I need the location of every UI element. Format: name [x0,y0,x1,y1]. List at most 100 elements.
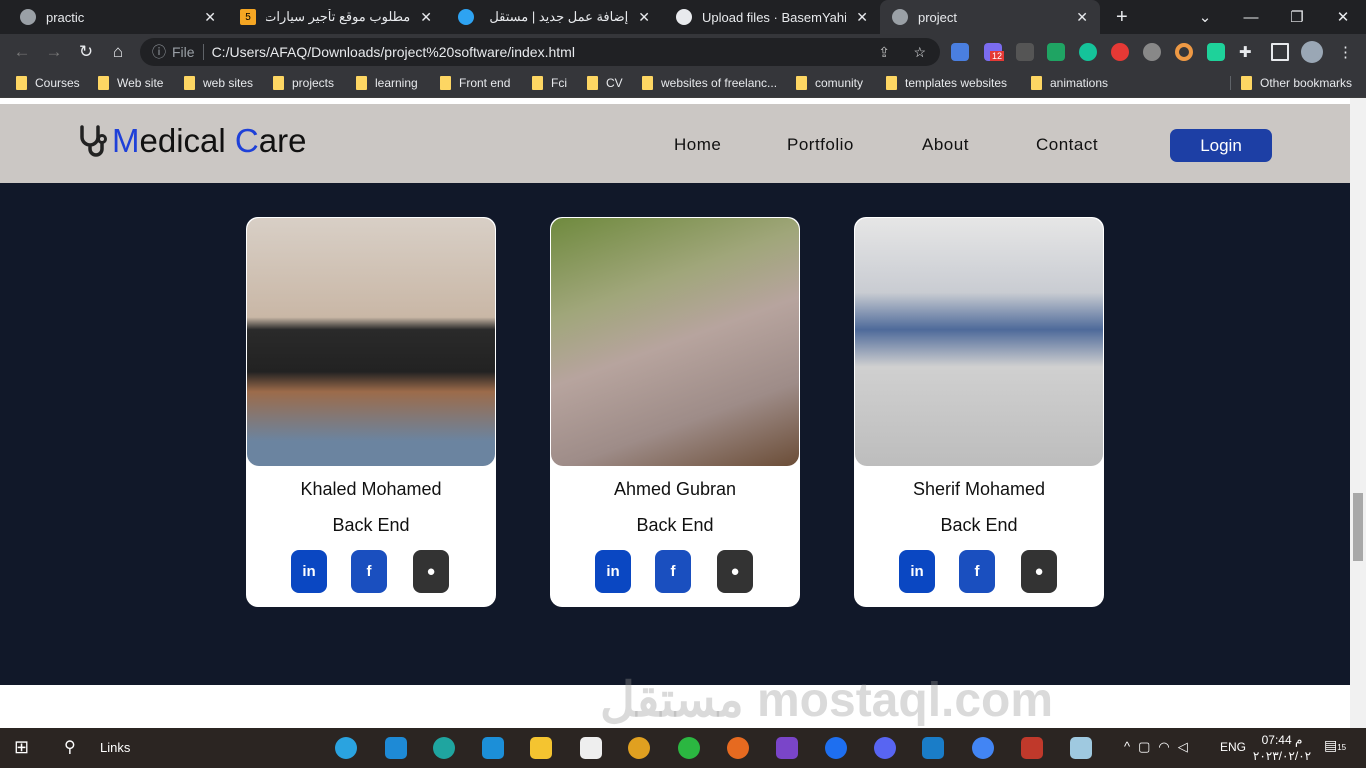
team-card: Ahmed Gubran Back End in f ● [550,217,800,607]
taskbar-search-label[interactable]: Links [100,740,130,755]
site-logo[interactable]: Medical Care [78,122,306,160]
folder-icon [98,76,109,90]
telegram-icon[interactable] [335,737,357,759]
extensions-puzzle-icon[interactable]: ✚ [1239,43,1257,61]
share-icon[interactable]: ⇪ [878,44,890,61]
file-explorer-icon[interactable] [530,737,552,759]
adblock-icon[interactable] [1111,43,1129,61]
facebook-icon[interactable]: f [655,550,691,593]
forward-icon[interactable]: → [44,42,64,62]
bookmark-cv[interactable]: CV [587,76,623,90]
menu-kebab-icon[interactable]: ⋮ [1338,43,1356,61]
translate-extension-icon[interactable] [951,43,969,61]
linkedin-icon[interactable]: in [899,550,935,593]
close-tab-icon[interactable]: ✕ [856,9,868,26]
team-section: Khaled Mohamed Back End in f ● Ahmed Gub… [0,183,1350,685]
site-header: Medical Care Home Portfolio About Contac… [0,104,1350,183]
bookmark-web-site[interactable]: Web site [98,76,163,90]
bookmark-comunity[interactable]: comunity [796,76,863,90]
tab-car-rental[interactable]: 5مطلوب موقع تأجير سيارات - ا✕ [228,0,444,34]
visual-studio-icon[interactable] [776,737,798,759]
address-bar[interactable]: ⓘ File C:/Users/AFAQ/Downloads/project%2… [140,38,940,66]
close-tab-icon[interactable]: ✕ [638,9,650,26]
language-indicator[interactable]: ENG [1220,740,1246,754]
bookmark-star-icon[interactable]: ☆ [913,44,926,61]
github-icon[interactable]: ● [1021,550,1057,593]
info-icon: ⓘ [152,44,166,60]
yb-app-icon[interactable] [1021,737,1043,759]
clock[interactable]: 07:44 م ٢٠٢٣/٠٢/٠٢ [1252,732,1312,764]
discord-icon[interactable] [874,737,896,759]
bookmark-animations[interactable]: animations [1031,76,1108,90]
other-bookmarks[interactable]: Other bookmarks [1230,76,1352,90]
tab-practic[interactable]: practic ✕ [8,0,228,34]
notifications-icon[interactable]: ▤15 [1324,737,1346,754]
bookmark-learning[interactable]: learning [356,76,418,90]
vscode-icon[interactable] [385,737,407,759]
profile-avatar[interactable] [1301,41,1323,63]
folder-icon [532,76,543,90]
nav-portfolio[interactable]: Portfolio [787,135,854,155]
firefox-icon[interactable] [727,737,749,759]
scrollbar-thumb[interactable] [1353,493,1363,561]
folder-icon [1241,76,1252,90]
mail-icon[interactable] [482,737,504,759]
cursor-extension-icon[interactable] [1143,43,1161,61]
close-window-icon[interactable]: ✕ [1320,0,1366,34]
drive-icon[interactable] [1047,43,1065,61]
bookmark-fci[interactable]: Fci [532,76,567,90]
bookmark-projects[interactable]: projects [273,76,334,90]
chrome-profile-icon[interactable] [972,737,994,759]
home-icon[interactable]: ⌂ [108,42,128,62]
tab-project[interactable]: project ✕ [880,0,1100,34]
linkedin-icon[interactable]: in [595,550,631,593]
tab-github[interactable]: Upload files · BasemYahia402✕ [664,0,880,34]
windows-start-icon[interactable]: ⊞ [14,737,36,759]
close-tab-icon[interactable]: ✕ [1076,9,1088,26]
login-button[interactable]: Login [1170,129,1272,162]
folder-icon [273,76,284,90]
extension-mascot-icon[interactable] [1207,43,1225,61]
page-scrollbar[interactable] [1350,98,1366,728]
bookmark-web-sites[interactable]: web sites [184,76,253,90]
store-icon[interactable] [580,737,602,759]
member-photo [247,218,495,466]
nav-home[interactable]: Home [674,135,721,155]
close-tab-icon[interactable]: ✕ [420,9,432,26]
bookmark-front-end[interactable]: Front end [440,76,510,90]
folder-icon [440,76,451,90]
nav-about[interactable]: About [922,135,969,155]
side-panel-icon[interactable] [1271,43,1289,61]
linkedin-icon[interactable]: in [291,550,327,593]
system-tray-icons[interactable]: ^▢◠◁ [1124,739,1196,755]
github-icon[interactable]: ● [717,550,753,593]
close-tab-icon[interactable]: ✕ [204,9,216,26]
search-extension-icon[interactable] [1016,43,1034,61]
new-tab-button[interactable]: + [1104,0,1140,34]
bookmark-courses[interactable]: Courses [16,76,80,90]
edge-icon[interactable] [433,737,455,759]
github-icon[interactable]: ● [413,550,449,593]
stethoscope-icon [80,125,107,157]
grammarly-icon[interactable] [1079,43,1097,61]
search-icon[interactable]: ⚲ [64,737,86,759]
minimize-icon[interactable]: — [1228,0,1274,34]
reload-icon[interactable]: ↻ [76,42,96,62]
chrome-icon[interactable] [628,737,650,759]
back-icon[interactable]: ← [12,42,32,62]
color-extension-icon[interactable] [1175,43,1193,61]
facebook-icon[interactable]: f [351,550,387,593]
tab-search-icon[interactable]: ⌄ [1182,0,1228,34]
bookmark-templates[interactable]: templates websites [886,76,1007,90]
facebook-icon[interactable]: f [959,550,995,593]
extension-icon[interactable]: 12 [984,43,1005,61]
zoom-icon[interactable] [825,737,847,759]
nav-contact[interactable]: Contact [1036,135,1098,155]
globe-icon [20,9,36,25]
restore-icon[interactable]: ❐ [1274,0,1320,34]
bookmark-freelance[interactable]: websites of freelanc... [642,76,777,90]
whatsapp-icon[interactable] [678,737,700,759]
tab-add-work[interactable]: إضافة عمل جديد | مستقل ✕ [446,0,662,34]
media-player-icon[interactable] [922,737,944,759]
notes-app-icon[interactable] [1070,737,1092,759]
